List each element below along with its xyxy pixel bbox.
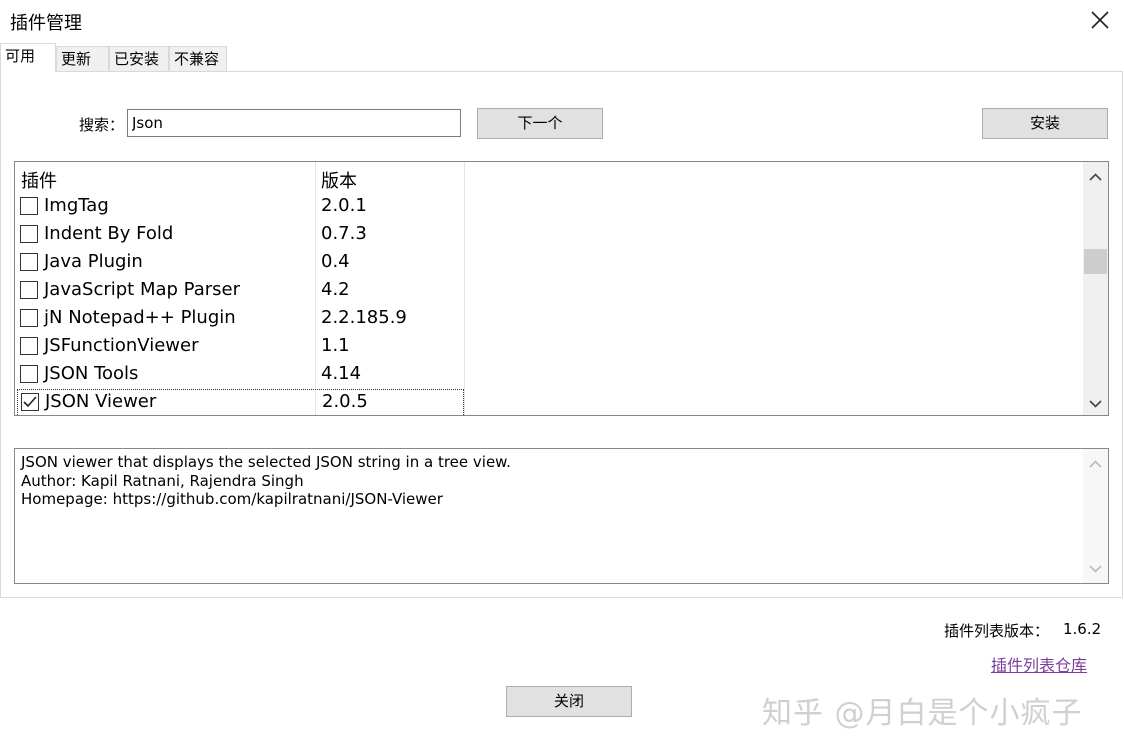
plugin-version: 2.0.1 (321, 195, 367, 216)
close-button[interactable]: 关闭 (506, 686, 632, 717)
install-button[interactable]: 安装 (982, 108, 1108, 139)
checkbox[interactable] (20, 281, 38, 299)
plugin-version: 4.14 (321, 363, 362, 384)
list-item[interactable]: JSFunctionViewer 1.1 (15, 333, 465, 361)
list-item[interactable]: ImgTag 2.0.1 (15, 193, 465, 221)
close-icon[interactable] (1088, 8, 1112, 32)
list-item[interactable]: Java Plugin 0.4 (15, 249, 465, 277)
tab-installed[interactable]: 已安装 (109, 46, 169, 71)
checkbox[interactable] (20, 253, 38, 271)
search-label: 搜索： (79, 116, 125, 134)
description-text: JSON viewer that displays the selected J… (21, 453, 511, 509)
description-line: Author: Kapil Ratnani, Rajendra Singh (21, 471, 304, 490)
column-header-plugin[interactable]: 插件 (21, 167, 57, 193)
list-scrollbar[interactable] (1083, 162, 1108, 415)
list-item[interactable]: JSON Tools 4.14 (15, 361, 465, 389)
tab-available[interactable]: 可用 (0, 43, 56, 72)
plugin-name: JSFunctionViewer (44, 335, 199, 356)
plugin-name: JSON Viewer (45, 391, 157, 412)
checkbox[interactable] (20, 197, 38, 215)
description-line: Homepage: https://github.com/kapilratnan… (21, 490, 443, 508)
tab-updates[interactable]: 更新 (56, 46, 109, 71)
list-item[interactable]: JavaScript Map Parser 4.2 (15, 277, 465, 305)
checkbox[interactable] (20, 309, 38, 327)
plugin-list[interactable]: 插件 版本 ImgTag 2.0.1 Indent By Fold 0.7.3 … (14, 161, 1109, 416)
plugin-name: JSON Tools (44, 363, 139, 384)
scroll-up-icon[interactable] (1088, 457, 1103, 472)
tab-label: 不兼容 (174, 50, 220, 68)
scroll-up-icon[interactable] (1088, 170, 1103, 185)
list-item[interactable]: jN Notepad++ Plugin 2.2.185.9 (15, 305, 465, 333)
window-title: 插件管理 (10, 13, 82, 34)
tab-label: 可用 (5, 47, 36, 65)
plugin-name: JavaScript Map Parser (44, 279, 240, 300)
search-input[interactable] (127, 109, 461, 137)
tab-label: 已安装 (114, 50, 160, 68)
list-item[interactable]: Indent By Fold 0.7.3 (15, 221, 465, 249)
checkbox-checked[interactable] (21, 393, 39, 411)
tab-incompatible[interactable]: 不兼容 (169, 46, 227, 71)
find-next-button[interactable]: 下一个 (477, 108, 603, 139)
column-header-version[interactable]: 版本 (321, 167, 357, 193)
description-box[interactable]: JSON viewer that displays the selected J… (14, 448, 1109, 584)
plugin-name: ImgTag (44, 195, 109, 216)
watermark: 知乎 @月白是个小疯子 (762, 696, 1083, 731)
tab-label: 更新 (61, 50, 92, 68)
description-scrollbar[interactable] (1083, 449, 1108, 583)
plugin-version: 2.2.185.9 (321, 307, 407, 328)
scroll-thumb[interactable] (1084, 249, 1107, 274)
description-line: JSON viewer that displays the selected J… (21, 453, 511, 471)
scroll-down-icon[interactable] (1088, 561, 1103, 576)
plugin-name: jN Notepad++ Plugin (44, 307, 236, 328)
checkbox[interactable] (20, 225, 38, 243)
list-item-selected[interactable]: JSON Viewer 2.0.5 (17, 389, 464, 415)
list-version-label: 插件列表版本： (944, 622, 1050, 640)
plugin-version: 0.4 (321, 251, 350, 272)
scroll-down-icon[interactable] (1088, 396, 1103, 411)
plugin-name: Java Plugin (44, 251, 143, 272)
list-version-value: 1.6.2 (1063, 620, 1102, 638)
plugin-list-repo-link[interactable]: 插件列表仓库 (991, 652, 1087, 676)
checkbox[interactable] (20, 365, 38, 383)
check-icon (23, 396, 37, 408)
plugin-version: 4.2 (321, 279, 350, 300)
plugin-name: Indent By Fold (44, 223, 174, 244)
plugin-version: 0.7.3 (321, 223, 367, 244)
checkbox[interactable] (20, 337, 38, 355)
plugin-version: 2.0.5 (322, 391, 368, 412)
plugin-version: 1.1 (321, 335, 350, 356)
